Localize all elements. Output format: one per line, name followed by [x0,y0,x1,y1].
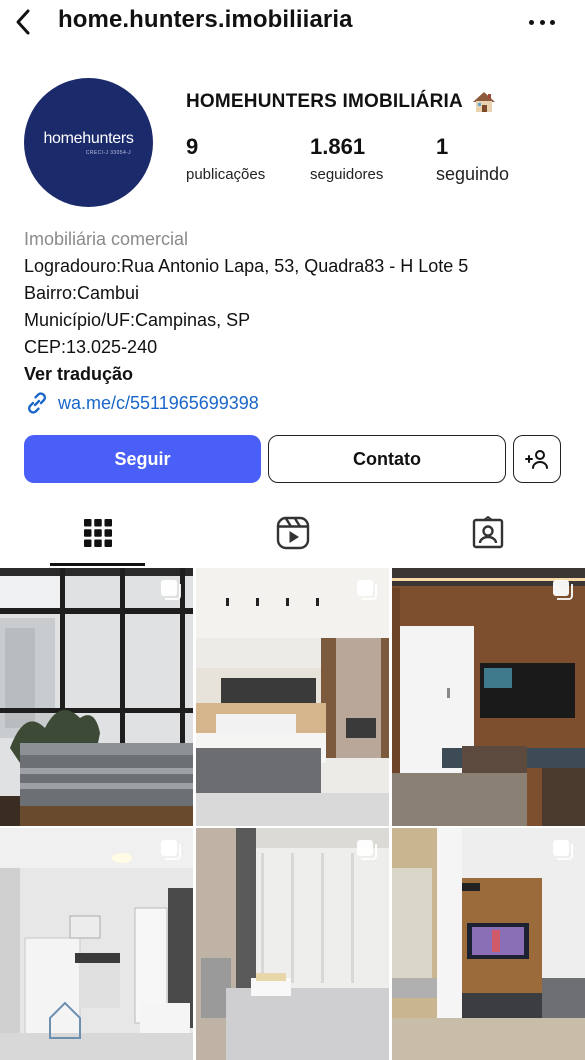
tab-tagged[interactable] [390,500,585,566]
profile-name: HOMEHUNTERS IMOBILIÁRIA [186,90,497,114]
link-icon [28,392,46,414]
see-translation-link[interactable]: Ver tradução [24,361,569,388]
bio-website-link[interactable]: wa.me/c/5511965699398 [24,388,569,418]
stat-followers-value: 1.861 [310,134,366,159]
contact-button[interactable]: Contato [268,435,506,483]
profile-tabs [0,500,585,566]
tab-reels[interactable] [195,500,390,566]
profile-avatar[interactable]: homehunters CRECI-J 33054-J [24,78,153,207]
reels-icon [276,516,309,550]
stat-following[interactable]: 1 seguindo [436,134,509,185]
posts-grid [0,568,585,1060]
curtain-bedroom-photo [196,828,389,1060]
back-button[interactable] [8,6,38,38]
post-thumbnail[interactable] [196,568,389,826]
carousel-icon [161,840,181,860]
house-emoji-icon [472,92,495,112]
post-thumbnail[interactable] [392,568,585,826]
post-thumbnail[interactable] [0,568,193,826]
tv-room-photo [392,568,585,826]
header-username: home.hunters.imobiliiaria [58,6,353,33]
tagged-person-icon [472,516,503,549]
carousel-icon [357,580,377,600]
post-thumbnail[interactable] [196,828,389,1060]
more-options-button[interactable] [529,16,555,28]
bio-line: Logradouro:Rua Antonio Lapa, 53, Quadra8… [24,256,469,276]
bio-line: Bairro:Cambui [24,283,140,303]
bio-category: Imobiliária comercial [24,229,189,249]
profile-name-text: HOMEHUNTERS IMOBILIÁRIA [186,91,463,112]
stat-following-value: 1 [436,134,449,159]
bio-line: CEP:13.025-240 [24,337,158,357]
add-person-icon [525,450,548,469]
stat-posts-value: 9 [186,134,199,159]
carousel-icon [553,580,573,600]
carousel-icon [161,580,181,600]
stat-posts-label: publicações [186,166,266,183]
living-room-photo [392,828,585,1060]
carousel-icon [357,840,377,860]
grid-icon [83,519,112,547]
avatar-sub-text: CRECI-J 33054-J [85,149,132,156]
bio-link-text: wa.me/c/5511965699398 [58,393,259,413]
chevron-left-icon [16,9,30,35]
tab-posts-grid[interactable] [0,500,195,566]
more-dot [539,19,545,25]
carousel-icon [553,840,573,860]
active-tab-indicator [50,563,145,566]
post-thumbnail[interactable] [0,828,193,1060]
bedroom-photo [196,568,389,826]
more-dot [529,19,534,25]
bedroom-window-photo [0,568,193,826]
stat-followers-label: seguidores [310,166,384,183]
bio-line: Município/UF:Campinas, SP [24,310,251,330]
top-bar: home.hunters.imobiliiaria [0,0,585,44]
stat-followers[interactable]: 1.861 seguidores [310,134,383,183]
kitchen-photo [0,828,193,1060]
more-dot [550,19,555,25]
stat-posts[interactable]: 9 publicações [186,134,265,183]
follow-button[interactable]: Seguir [24,435,261,483]
profile-bio: Imobiliária comercial Logradouro:Rua Ant… [24,226,569,418]
suggested-accounts-button[interactable] [513,435,561,483]
post-thumbnail[interactable] [392,828,585,1060]
stat-following-label: seguindo [436,164,510,184]
avatar-brand-text: homehunters [43,129,134,147]
